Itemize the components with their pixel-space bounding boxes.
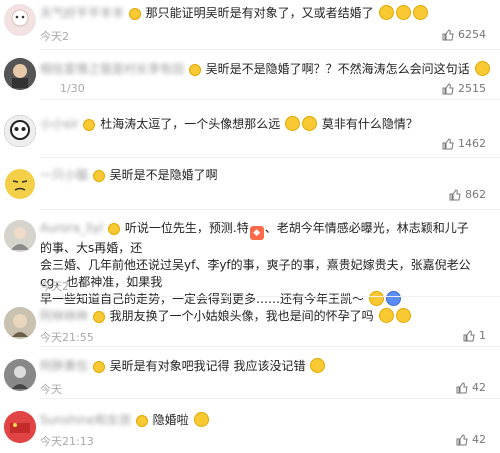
badge-icon <box>92 361 105 373</box>
comment-item: 小小sir 杜海涛太逗了，一个头像想那么远 莫非有什么隐情？ 1462 <box>0 103 500 158</box>
like-count: 2515 <box>458 82 486 95</box>
comment-item: 阿林林林 我朋友换了一个小姑娘头像，我也是间的怀孕了吗 今天21:55 1 <box>0 299 500 347</box>
comment-text: 听说一位先生，预测.特 <box>124 221 249 235</box>
like-button[interactable]: 862 <box>449 188 486 201</box>
timestamp: 今天 <box>40 383 62 396</box>
divider <box>40 49 500 50</box>
emoji-icon <box>378 308 394 323</box>
emoji-icon <box>395 5 411 20</box>
like-button[interactable]: 1462 <box>442 137 486 150</box>
avatar[interactable] <box>4 307 36 339</box>
comment-item: 阿胖黄包 吴昕是有对象吧我记得 我应该没记错 今天 42 <box>0 349 500 399</box>
username[interactable]: Aurora_liyl <box>40 221 103 235</box>
timestamp: 今天21:55 <box>40 331 94 344</box>
comment-body: Aurora_liyl 听说一位先生，预测.特 ◆ 、老胡今年情感必曝光，林志颖和儿… <box>40 220 480 308</box>
avatar[interactable] <box>4 115 36 147</box>
like-count: 42 <box>472 433 486 446</box>
timestamp: 今天21:13 <box>40 435 94 448</box>
comment-text-cont: 我应该没记错 <box>233 359 306 373</box>
avatar[interactable] <box>4 411 36 443</box>
comment-text: 吴昕是有对象吧我记得 <box>109 359 230 373</box>
timestamp: 1/30 <box>60 82 85 95</box>
comment-text: 我朋友换了一个小姑娘头像，我也是间的怀孕了吗 <box>109 309 374 323</box>
comment-text: 杜海涛太逗了，一个头像想那么远 <box>100 117 281 131</box>
comment-text: 隐婚啦 <box>152 413 189 427</box>
emoji-icon <box>378 5 394 20</box>
badge-icon <box>108 223 121 235</box>
username[interactable]: 阿胖黄包 吴昕是有对象吧我记得 我应该没记错 <box>40 357 326 374</box>
like-button[interactable]: 42 <box>456 381 486 394</box>
thumbs-up-icon <box>442 28 454 40</box>
comment-item: 相信爱情之我是村长李有田 吴昕是不是隐婚了啊？？不然海涛怎么会问这句话 1/30… <box>0 52 500 100</box>
red-envelope-icon: ◆ <box>249 226 264 240</box>
divider <box>40 346 500 347</box>
thumbs-up-icon <box>442 137 454 149</box>
like-count: 6254 <box>458 28 486 41</box>
thumbs-up-icon <box>463 329 475 341</box>
comment-item: Aurora_liyl 听说一位先生，预测.特 ◆ 、老胡今年情感必曝光，林志颖和儿… <box>0 212 500 306</box>
comment-item: 一只小猫 吴昕是不是隐婚了啊 862 <box>0 160 500 210</box>
divider <box>40 99 500 100</box>
comment-text: 那只能证明吴昕是有对象了，又或者结婚了 <box>145 6 374 20</box>
divider <box>40 296 500 297</box>
username[interactable]: 一只小猫 吴昕是不是隐婚了啊 <box>40 166 218 183</box>
comment-text: 吴昕是不是隐婚了啊？？不然海涛怎么会问这句话 <box>205 62 470 76</box>
avatar[interactable] <box>4 220 36 252</box>
badge-icon <box>83 119 96 131</box>
like-count: 42 <box>472 381 486 394</box>
thumbs-up-icon <box>442 82 454 94</box>
thumbs-up-icon <box>449 188 461 200</box>
like-button[interactable]: 42 <box>456 433 486 446</box>
thumbs-up-icon <box>456 381 468 393</box>
comment-item: 天气好平平羊羊 那只能证明吴昕是有对象了，又或者结婚了 今天2 6254 <box>0 0 500 50</box>
divider <box>40 209 500 210</box>
timestamp: 今天2 <box>40 280 69 293</box>
comment-text-line2: 会三婚、几年前他还说过吴yf、李yf的事，爽子的事，熹贵妃嫁贵夫，张嘉倪老公cg… <box>40 258 471 289</box>
username[interactable]: 天气好平平羊羊 那只能证明吴昕是有对象了，又或者结婚了 <box>40 4 429 21</box>
badge-icon <box>135 415 148 427</box>
username[interactable]: Sunshine和女孩 隐婚啦 <box>40 411 210 428</box>
emoji-icon <box>310 358 326 373</box>
badge-icon <box>128 8 141 20</box>
badge-icon <box>188 64 201 76</box>
avatar[interactable] <box>4 359 36 391</box>
emoji-icon <box>302 116 318 131</box>
username[interactable]: 阿林林林 我朋友换了一个小姑娘头像，我也是间的怀孕了吗 <box>40 307 412 324</box>
emoji-icon <box>395 308 411 323</box>
emoji-icon <box>474 61 490 76</box>
emoji-icon <box>193 412 209 427</box>
emoji-icon <box>285 116 301 131</box>
like-count: 1 <box>479 329 486 342</box>
like-button[interactable]: 1 <box>463 329 486 342</box>
like-count: 862 <box>465 188 486 201</box>
like-button[interactable]: 6254 <box>442 28 486 41</box>
divider <box>40 157 500 158</box>
like-count: 1462 <box>458 137 486 150</box>
comment-item: Sunshine和女孩 隐婚啦 今天21:13 42 <box>0 401 500 453</box>
avatar[interactable] <box>4 168 36 200</box>
like-button[interactable]: 2515 <box>442 82 486 95</box>
username[interactable]: 小小sir 杜海涛太逗了，一个头像想那么远 莫非有什么隐情？ <box>40 115 418 132</box>
comment-text-cont: 莫非有什么隐情？ <box>321 117 418 131</box>
avatar[interactable] <box>4 4 36 36</box>
emoji-icon <box>412 5 428 20</box>
comment-feed: 天气好平平羊羊 那只能证明吴昕是有对象了，又或者结婚了 今天2 6254 相信爱… <box>0 0 500 453</box>
timestamp: 今天2 <box>40 30 69 43</box>
badge-icon <box>92 311 105 323</box>
username[interactable]: 相信爱情之我是村长李有田 吴昕是不是隐婚了啊？？不然海涛怎么会问这句话 <box>40 60 491 77</box>
badge-icon <box>92 170 105 182</box>
comment-text: 吴昕是不是隐婚了啊 <box>109 168 218 182</box>
thumbs-up-icon <box>456 433 468 445</box>
avatar[interactable] <box>4 58 36 90</box>
divider <box>40 398 500 399</box>
